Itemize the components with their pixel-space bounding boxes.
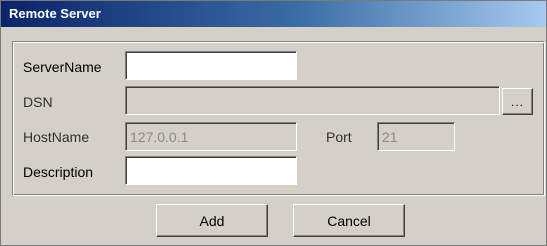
description-label: Description <box>23 164 94 180</box>
title-bar[interactable]: Remote Server <box>1 1 546 27</box>
port-input[interactable] <box>377 122 455 151</box>
description-input[interactable] <box>125 156 297 185</box>
server-name-input[interactable] <box>125 51 297 80</box>
add-button[interactable]: Add <box>156 204 268 237</box>
cancel-button[interactable]: Cancel <box>293 204 405 237</box>
port-label: Port <box>326 129 352 145</box>
dsn-label: DSN <box>23 94 53 110</box>
host-name-input[interactable] <box>125 122 297 151</box>
dsn-browse-button[interactable]: ... <box>502 88 533 115</box>
remote-server-dialog: Remote Server ServerName DSN ... HostNam… <box>0 0 547 246</box>
server-name-label: ServerName <box>23 59 102 75</box>
host-name-label: HostName <box>23 129 90 145</box>
dialog-title: Remote Server <box>9 6 101 21</box>
dsn-input[interactable] <box>125 86 500 115</box>
